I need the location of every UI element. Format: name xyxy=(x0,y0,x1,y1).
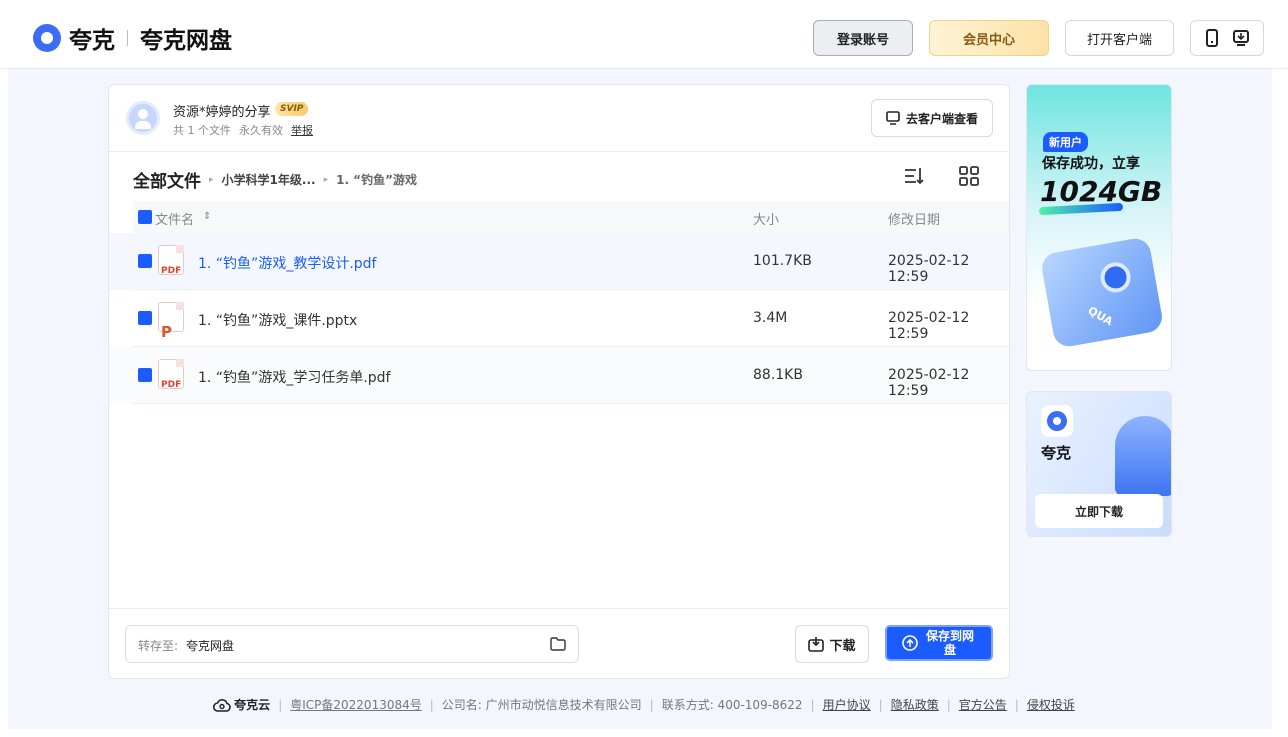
row-checkbox[interactable] xyxy=(138,311,152,325)
cloud-icon xyxy=(213,698,231,712)
download-icon xyxy=(808,637,825,652)
svip-badge: SVIP xyxy=(275,102,309,116)
file-date: 2025-02-12 12:59 xyxy=(888,253,970,285)
brand-logo[interactable]: 夸克 夸克网盘 xyxy=(33,21,232,55)
view-in-client-label: 去客户端查看 xyxy=(905,111,978,126)
mobile-icon[interactable] xyxy=(1205,29,1219,47)
pdf-file-icon: PDF xyxy=(158,359,184,390)
save-to-drive-label: 保存到网盘 xyxy=(925,629,974,657)
ad-brand: 夸克 xyxy=(1041,444,1072,462)
quark-logo-icon xyxy=(33,24,61,52)
header-date: 修改日期 xyxy=(888,213,941,228)
monitor-icon xyxy=(886,111,900,125)
privacy-policy-link[interactable]: 隐私政策 xyxy=(891,696,939,713)
icp-link[interactable]: 粤ICP备2022013084号 xyxy=(290,696,422,713)
share-header: 资源*婷婷的分享 SVIP 共 1 个文件 永久有效 举报 去客户端查看 xyxy=(109,85,1009,152)
file-size: 3.4M xyxy=(753,310,788,326)
promo-line: 保存成功，立享 xyxy=(1042,156,1140,172)
cloud-upload-icon xyxy=(902,635,918,651)
table-header: 文件名 ⇕ 大小 修改日期 xyxy=(133,201,1009,233)
brand-name: 夸克 xyxy=(69,28,115,54)
file-count: 共 1 个文件 xyxy=(173,124,231,137)
row-checkbox[interactable] xyxy=(138,254,152,268)
save-to-drive-button[interactable]: 保存到网盘 xyxy=(885,625,993,661)
device-buttons xyxy=(1190,20,1264,56)
download-label: 下载 xyxy=(829,638,856,654)
desktop-download-icon[interactable] xyxy=(1233,30,1249,46)
report-link[interactable]: 举报 xyxy=(291,122,313,138)
file-name[interactable]: 1. “钓鱼”游戏_课件.pptx xyxy=(198,310,357,330)
action-bar: 转存至: 夸克网盘 下载 保存到网盘 xyxy=(109,608,1009,678)
share-meta: 共 1 个文件 永久有效 举报 xyxy=(173,122,313,138)
header-size: 大小 xyxy=(753,213,780,228)
page-footer: 夸克云 | 粤ICP备2022013084号 | 公司名: 广州市动悦信息技术有… xyxy=(0,696,1288,713)
breadcrumb-current: 1. “钓鱼”游戏 xyxy=(336,173,417,187)
folder-brand: QUA xyxy=(1085,303,1116,329)
download-now-button[interactable]: 立即下载 xyxy=(1035,494,1163,528)
company-name: 公司名: 广州市动悦信息技术有限公司 xyxy=(441,698,642,712)
table-row[interactable]: PDF 1. “钓鱼”游戏_学习任务单.pdf 88.1KB 2025-02-1… xyxy=(109,347,1009,404)
sort-icon[interactable] xyxy=(903,165,925,187)
infringement-link[interactable]: 侵权投诉 xyxy=(1027,696,1075,713)
view-in-client-button[interactable]: 去客户端查看 xyxy=(871,99,993,137)
announcement-link[interactable]: 官方公告 xyxy=(959,696,1007,713)
share-title: 资源*婷婷的分享 xyxy=(173,105,271,120)
file-date: 2025-02-12 12:59 xyxy=(888,367,970,399)
contact-info: 联系方式: 400-109-8622 xyxy=(661,698,803,712)
file-size: 88.1KB xyxy=(753,367,803,383)
top-bar: 夸克 夸克网盘 登录账号 会员中心 打开客户端 xyxy=(0,0,1288,69)
logo-divider xyxy=(127,30,128,46)
folder-illustration: QUA xyxy=(1039,236,1165,349)
grid-view-icon[interactable] xyxy=(958,165,980,187)
breadcrumb: 全部文件 ▸ 小学科学1年级... ▸ 1. “钓鱼”游戏 xyxy=(133,167,417,192)
share-panel: 资源*婷婷的分享 SVIP 共 1 个文件 永久有效 举报 去客户端查看 全部文… xyxy=(108,84,1010,679)
login-button[interactable]: 登录账号 xyxy=(813,20,913,56)
breadcrumb-root[interactable]: 全部文件 xyxy=(133,167,201,192)
save-to-value: 夸克网盘 xyxy=(186,639,235,653)
open-client-button[interactable]: 打开客户端 xyxy=(1065,20,1174,56)
header-name[interactable]: 文件名 xyxy=(155,209,194,228)
validity: 永久有效 xyxy=(239,124,283,137)
quark-app-icon xyxy=(1041,405,1073,437)
vip-center-button[interactable]: 会员中心 xyxy=(929,20,1049,56)
pdf-file-icon: PDF xyxy=(158,245,184,276)
promo-banner-download[interactable]: 夸克 立即下载 xyxy=(1026,391,1172,537)
folder-icon[interactable] xyxy=(550,637,566,651)
breadcrumb-separator-icon: ▸ xyxy=(323,174,329,185)
file-size: 101.7KB xyxy=(753,253,812,269)
row-checkbox[interactable] xyxy=(138,368,152,382)
file-date: 2025-02-12 12:59 xyxy=(888,310,970,342)
app-illustration xyxy=(1115,416,1171,496)
avatar xyxy=(126,101,160,135)
new-user-tag: 新用户 xyxy=(1043,132,1088,152)
download-button[interactable]: 下载 xyxy=(795,625,869,663)
select-all-checkbox[interactable] xyxy=(138,210,152,224)
user-agreement-link[interactable]: 用户协议 xyxy=(823,696,871,713)
promo-banner-storage[interactable]: 新用户 保存成功，立享 1024GB QUA xyxy=(1026,84,1172,371)
footer-brand: 夸克云 xyxy=(234,698,271,712)
save-destination-selector[interactable]: 转存至: 夸克网盘 xyxy=(125,625,579,663)
file-name[interactable]: 1. “钓鱼”游戏_学习任务单.pdf xyxy=(198,367,390,387)
pptx-file-icon: P xyxy=(158,302,184,341)
breadcrumb-item[interactable]: 小学科学1年级... xyxy=(222,171,316,188)
table-row[interactable]: PDF 1. “钓鱼”游戏_教学设计.pdf 101.7KB 2025-02-1… xyxy=(109,233,1009,290)
file-name[interactable]: 1. “钓鱼”游戏_教学设计.pdf xyxy=(198,253,376,273)
table-row[interactable]: P 1. “钓鱼”游戏_课件.pptx 3.4M 2025-02-12 12:5… xyxy=(109,290,1009,347)
product-name: 夸克网盘 xyxy=(140,28,232,54)
sort-toggle-icon[interactable]: ⇕ xyxy=(203,211,211,222)
breadcrumb-separator-icon: ▸ xyxy=(209,174,214,185)
save-to-label: 转存至: xyxy=(138,639,179,653)
